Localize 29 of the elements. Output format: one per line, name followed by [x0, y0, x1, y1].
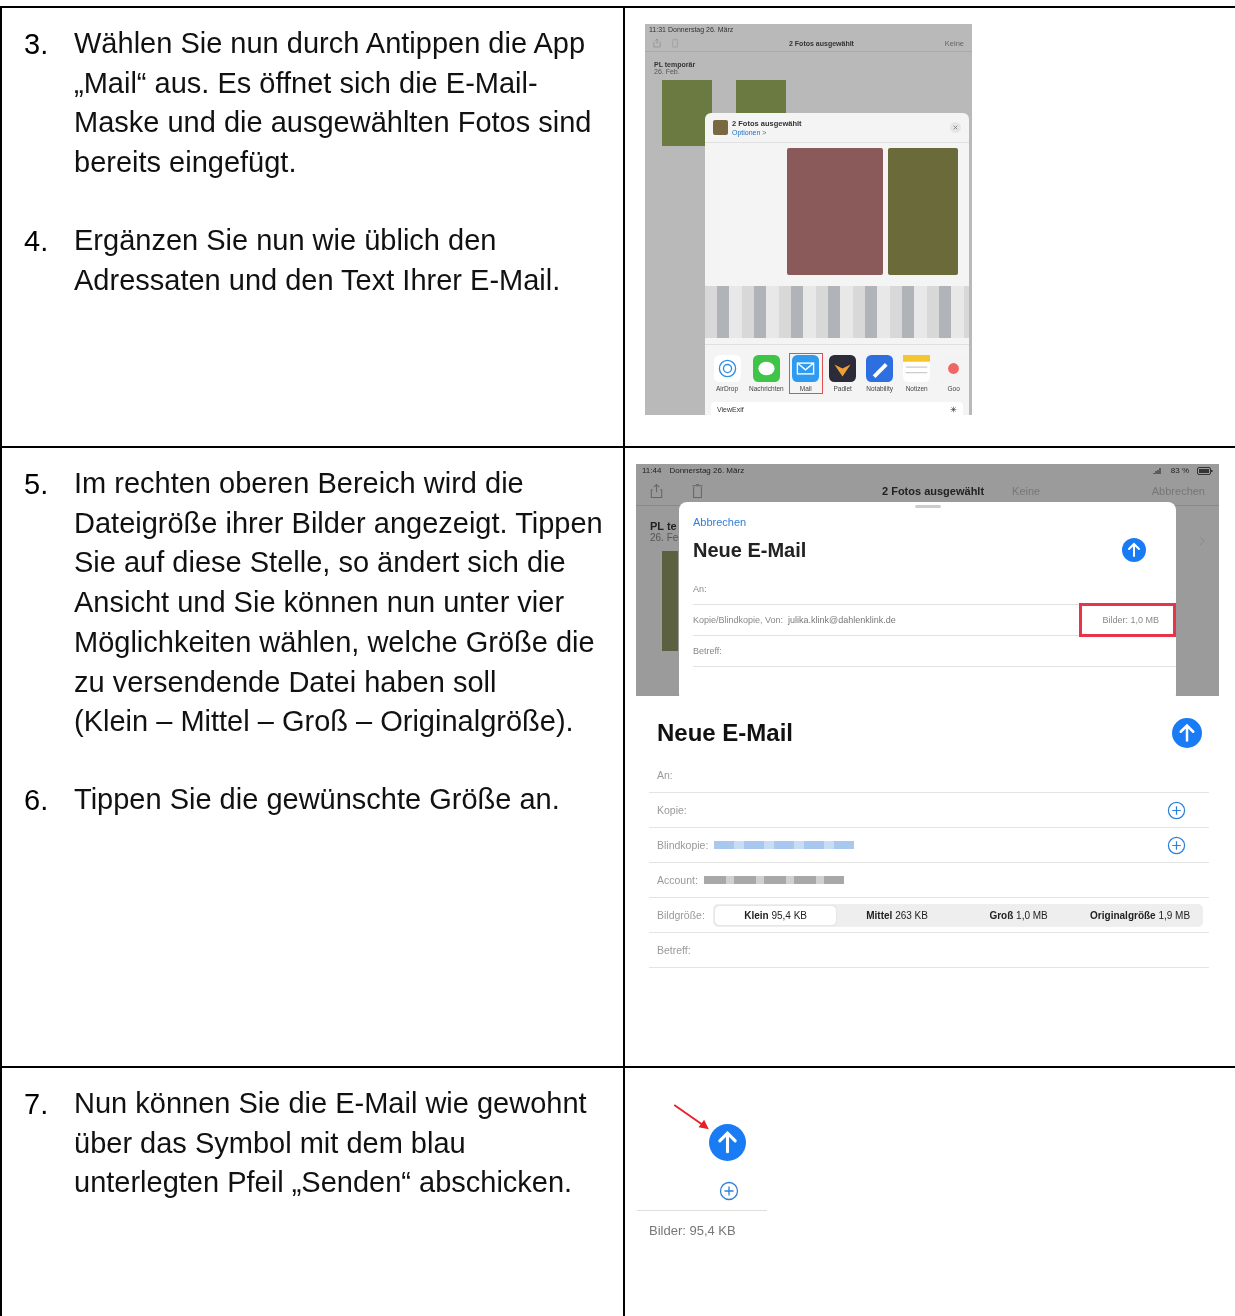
field-label: Blindkopie:: [657, 839, 709, 851]
step-number: 7.: [24, 1087, 50, 1122]
field-label: Betreff:: [657, 944, 691, 956]
status-time: 11:44: [642, 466, 662, 475]
step-number: 5.: [24, 467, 50, 502]
battery-percent: 83 %: [1170, 466, 1189, 475]
field-value: julika.klink@dahlenklink.de: [788, 615, 896, 625]
field-label: Kopie:: [657, 804, 687, 816]
step-text: Wählen Sie nun durch Antippen die App „Mail“ aus. Es öffnet sich die E-Mail-Maske und die ausgewählten Fotos sind bereits eingefügt.: [74, 26, 593, 181]
step-text: Nun können Sie die E-Mail wie gewohnt über das Symbol mit dem blau unterlegten Pfeil „Senden“ abschicken.: [74, 1086, 588, 1201]
field-label: An:: [693, 584, 707, 594]
field-label: Bildgröße:: [657, 909, 705, 921]
compose-heading: Neue E-Mail: [693, 538, 807, 562]
field-label: An:: [657, 769, 673, 781]
compose-heading: Neue E-Mail: [657, 719, 794, 747]
step-text: Im rechten oberen Bereich wird die Dateigröße ihrer Bilder angezeigt. Tippen Sie auf diese Stelle, so ändert sich die Ansicht und Sie können nun unter vier Möglichkeiten wählen, welche Größe die zu versendende Datei haben soll (Klein – Mittel – Groß – Originalgröße).: [74, 466, 603, 740]
field-label: Betreff:: [693, 646, 722, 656]
step-number: 3.: [24, 27, 50, 62]
status-date: Donnerstag 26. März: [669, 466, 745, 475]
album-date: 26. Fe: [650, 532, 679, 543]
step-number: 4.: [24, 223, 50, 259]
step-text: Tippen Sie die gewünschte Größe an.: [74, 781, 560, 817]
field-label: Kopie/Blindkopie, Von:: [693, 615, 784, 625]
image-size-label: Bilder: 95,4 KB: [649, 1223, 736, 1238]
album-title: PL te: [650, 520, 677, 532]
screen-title: 2 Fotos ausgewählt: [882, 485, 985, 497]
step-text: Ergänzen Sie nun wie üblich den Adressaten und den Text Ihrer E-Mail.: [74, 222, 562, 298]
step-number: 6.: [24, 782, 50, 818]
field-label: Account:: [657, 874, 698, 886]
